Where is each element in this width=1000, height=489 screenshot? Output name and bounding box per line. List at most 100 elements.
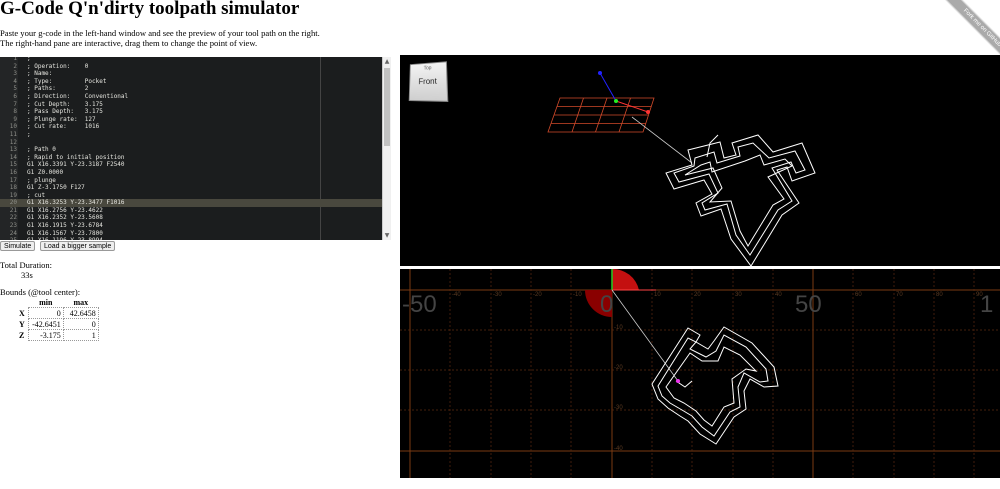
line-number: 3 xyxy=(13,70,17,78)
axis-labels-small: -40 -30 -20 -10 10 20 30 40 60 70 80 90 xyxy=(452,292,983,298)
code-lines[interactable]: 1; 2; Operation: 0 3; Name: 4; Type: Pocket… xyxy=(0,57,382,240)
code-line[interactable]: 25 G1 X16.1196 Y-23.8994 xyxy=(0,237,382,240)
intro-line-1: Paste your g-code in the left-hand windo… xyxy=(0,28,320,38)
view-3d-canvas[interactable] xyxy=(400,55,1000,266)
line-text: ; Operation: 0 xyxy=(27,62,89,70)
code-line[interactable]: 13 ; Path 0 xyxy=(0,146,382,154)
line-number: 16 xyxy=(9,168,17,176)
axis-label-small: 90 xyxy=(976,292,983,298)
line-text: ; xyxy=(27,130,31,138)
load-sample-button[interactable]: Load a bigger sample xyxy=(40,241,116,251)
line-text: ; Path 0 xyxy=(27,146,56,154)
code-line[interactable]: 15 G1 X16.3391 Y-23.3187 F2540 xyxy=(0,161,382,169)
view-2d-canvas[interactable]: -50 0 50 1 -40 -30 -20 -10 10 20 30 40 60 70 80 90 … xyxy=(400,269,1000,478)
code-line[interactable]: 10 ; Cut rate: 1016 xyxy=(0,123,382,131)
bounds-label: Bounds (@tool center): xyxy=(0,287,81,297)
code-line[interactable]: 20 G1 X16.3253 Y-23.3477 F1016 xyxy=(0,199,382,207)
code-line[interactable]: 21 G1 X16.2756 Y-23.4622 xyxy=(0,207,382,215)
line-number: 11 xyxy=(9,130,17,138)
line-text: G1 X16.3253 Y-23.3477 F1016 xyxy=(27,199,125,207)
line-number: 20 xyxy=(9,199,17,207)
code-line[interactable]: 14 ; Rapid to initial position xyxy=(0,154,382,162)
xy-grid-plane xyxy=(547,97,655,133)
line-text: ; Cut Depth: 3.175 xyxy=(27,100,103,108)
view-cube[interactable]: Top Front xyxy=(408,61,449,102)
line-text: G1 X16.1915 Y-23.6784 xyxy=(27,222,103,230)
code-line[interactable]: 12 xyxy=(0,139,382,147)
scroll-thumb[interactable] xyxy=(384,68,390,146)
line-text: G1 X16.2756 Y-23.4622 xyxy=(27,206,103,214)
axis-label-small: 60 xyxy=(855,292,862,298)
line-text: G1 Z-3.1750 F127 xyxy=(27,184,85,192)
line-text: ; Pass Depth: 3.175 xyxy=(27,108,103,116)
origin-quadrant-upper xyxy=(612,269,639,290)
axis-label-small: 10 xyxy=(654,292,661,298)
line-text: G1 X16.1567 Y-23.7800 xyxy=(27,229,103,237)
view-2d[interactable]: -50 0 50 1 -40 -30 -20 -10 10 20 30 40 60 70 80 90 … xyxy=(400,269,1000,478)
line-number: 18 xyxy=(9,184,17,192)
line-number: 23 xyxy=(9,222,17,230)
axis-label-small: -30 xyxy=(493,292,502,298)
axis-label-small: 20 xyxy=(694,292,701,298)
code-line[interactable]: 19 ; cut xyxy=(0,192,382,200)
line-number: 6 xyxy=(13,92,17,100)
axis-label-small: 70 xyxy=(896,292,903,298)
axis-label-small: 30 xyxy=(735,292,742,298)
scroll-down-icon[interactable]: ▼ xyxy=(383,231,391,240)
simulate-button[interactable]: Simulate xyxy=(0,241,36,251)
table-row: Z -3.175 1 xyxy=(19,329,99,341)
code-line[interactable]: 4 ; Type: Pocket xyxy=(0,78,382,86)
code-line[interactable]: 5 ; Paths: 2 xyxy=(0,85,382,93)
cube-front-face[interactable]: Front xyxy=(410,76,447,86)
line-text: ; Paths: 2 xyxy=(27,85,89,93)
gcode-editor[interactable]: 1; 2; Operation: 0 3; Name: 4; Type: Pocket… xyxy=(0,57,391,240)
toolpath-2d xyxy=(651,326,779,445)
code-line[interactable]: 24 G1 X16.1567 Y-23.7800 xyxy=(0,230,382,238)
line-number: 14 xyxy=(9,153,17,161)
tool-position-marker xyxy=(676,379,680,383)
bounds-table: min max X 0 42.6458 Y -42.6451 0 Z -3.17… xyxy=(19,297,99,341)
axis-label-small: 80 xyxy=(936,292,943,298)
editor-scrollbar[interactable]: ▲ ▼ xyxy=(382,57,391,240)
line-text: G1 X16.3391 Y-23.3187 F2540 xyxy=(27,161,125,169)
line-number: 25 xyxy=(0,237,17,240)
code-line[interactable]: 22 G1 X16.2352 Y-23.5608 xyxy=(0,214,382,222)
axis-label-small: -10 xyxy=(573,292,582,298)
axis-label-y: -30 xyxy=(614,405,623,411)
line-number: 21 xyxy=(9,206,17,214)
intro-line-2: The right-hand pane are interactive, dra… xyxy=(0,38,258,48)
axis-label-small: -40 xyxy=(452,292,461,298)
line-text: ; Plunge rate: 127 xyxy=(27,115,96,123)
code-line[interactable]: 9 ; Plunge rate: 127 xyxy=(0,116,382,124)
line-text: G1 Z0.0000 xyxy=(27,168,64,176)
code-line[interactable]: 3 ; Name: xyxy=(0,70,382,78)
view-3d[interactable]: Top Front xyxy=(400,55,1000,266)
rapid-move-line xyxy=(631,116,693,164)
line-text: ; Name: xyxy=(27,70,53,78)
line-number: 22 xyxy=(9,214,17,222)
duration-value: 33s xyxy=(21,270,33,280)
line-number: 12 xyxy=(9,138,17,146)
line-text: ; Type: Pocket xyxy=(27,77,107,85)
line-number: 10 xyxy=(9,123,17,131)
scroll-up-icon[interactable]: ▲ xyxy=(383,57,391,66)
line-number: 15 xyxy=(9,161,17,169)
table-row: X 0 42.6458 xyxy=(19,307,99,319)
line-number: 4 xyxy=(13,77,17,85)
grid-major xyxy=(400,269,1000,478)
code-line[interactable]: 2 ; Operation: 0 xyxy=(0,63,382,71)
axis-label-big: 50 xyxy=(795,291,822,318)
code-line[interactable]: 8 ; Pass Depth: 3.175 xyxy=(0,108,382,116)
code-line[interactable]: 17 ; plunge xyxy=(0,177,382,185)
code-line[interactable]: 6 ; Direction: Conventional xyxy=(0,93,382,101)
code-line[interactable]: 11; xyxy=(0,131,382,139)
line-number: 7 xyxy=(13,100,17,108)
line-text: ; Direction: Conventional xyxy=(27,92,129,100)
code-line[interactable]: 16 G1 Z0.0000 xyxy=(0,169,382,177)
code-line[interactable]: 23 G1 X16.1915 Y-23.6784 xyxy=(0,222,382,230)
code-line[interactable]: 18 G1 Z-3.1750 F127 xyxy=(0,184,382,192)
table-row: Y -42.6451 0 xyxy=(19,318,99,330)
line-number: 24 xyxy=(9,229,17,237)
line-number: 2 xyxy=(13,62,17,70)
code-line[interactable]: 7 ; Cut Depth: 3.175 xyxy=(0,101,382,109)
